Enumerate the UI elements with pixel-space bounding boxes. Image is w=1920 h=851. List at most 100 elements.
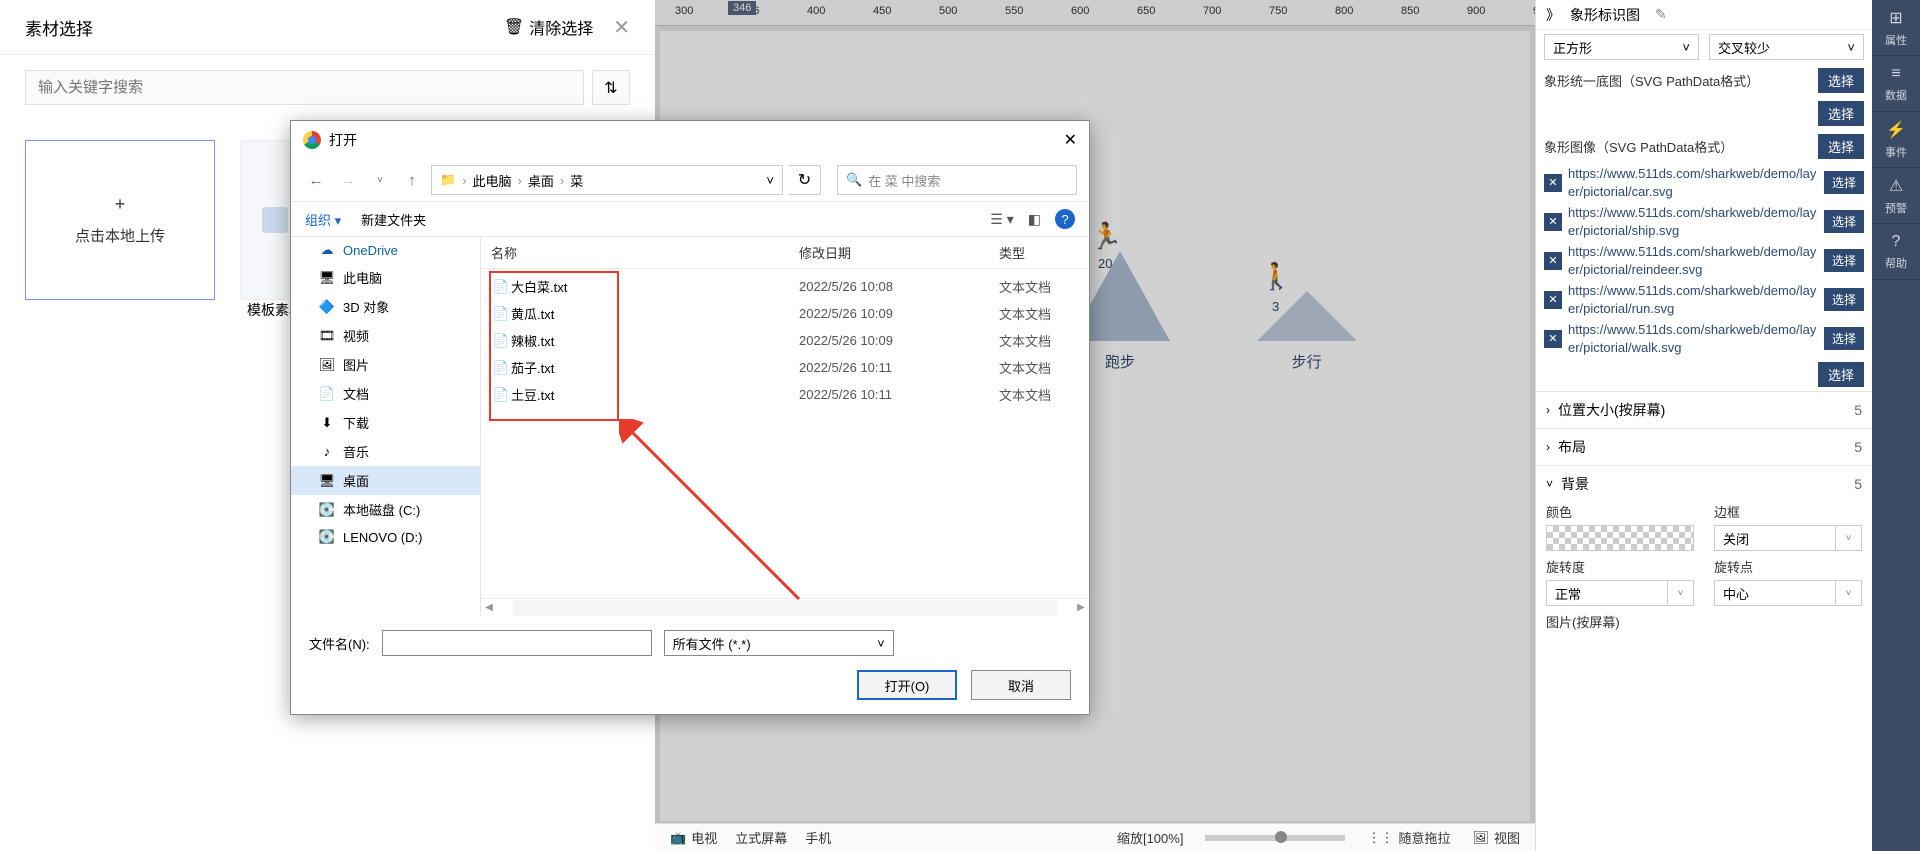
chevron-down-icon: ˅: [877, 636, 885, 651]
bg-image-label: 图片(按屏幕): [1546, 612, 1862, 631]
select-button[interactable]: 选择: [1824, 288, 1864, 311]
open-button[interactable]: 打开(O): [857, 670, 957, 700]
tree-item[interactable]: 💽LENOVO (D:): [291, 524, 480, 550]
chevron-down-icon: ˅: [1836, 580, 1862, 606]
filter-button[interactable]: ⇅: [592, 70, 630, 105]
organize-button[interactable]: 组织 ▾: [305, 210, 341, 229]
toolbar-item-事件[interactable]: ⚡事件: [1872, 112, 1920, 168]
rotation-select[interactable]: 正常˅: [1546, 580, 1694, 606]
base-svg-label: 象形统一底图（SVG PathData格式）: [1544, 71, 1759, 90]
select-button[interactable]: 选择: [1818, 134, 1864, 159]
select-button[interactable]: 选择: [1818, 68, 1864, 93]
drag-label[interactable]: ⋮⋮ 随意拖拉: [1367, 828, 1450, 847]
tree-item[interactable]: 🎞视频: [291, 321, 480, 350]
folder-icon: 💽: [319, 529, 335, 545]
close-icon[interactable]: ✕: [1064, 130, 1077, 150]
path-bar[interactable]: 📁 › 此电脑› 桌面› 菜 ˅: [431, 165, 783, 195]
file-row[interactable]: 📄大白菜.txt2022/5/26 10:08文本文档: [491, 273, 1079, 300]
file-filter-select[interactable]: 所有文件 (*.*)˅: [664, 630, 894, 656]
select-button[interactable]: 选择: [1824, 210, 1864, 233]
select-button[interactable]: 选择: [1818, 362, 1864, 387]
remove-icon[interactable]: ✕: [1544, 330, 1562, 348]
file-list[interactable]: 📄大白菜.txt2022/5/26 10:08文本文档📄黄瓜.txt2022/5…: [481, 269, 1089, 598]
ruler-mark: 750: [1269, 5, 1287, 17]
remove-icon[interactable]: ✕: [1544, 291, 1562, 309]
tree-item[interactable]: 🖥此电脑: [291, 263, 480, 292]
collapse-icon[interactable]: 》: [1546, 5, 1560, 25]
border-select[interactable]: 关闭˅: [1714, 525, 1862, 551]
remove-icon[interactable]: ✕: [1544, 213, 1562, 231]
color-swatch[interactable]: [1546, 525, 1694, 551]
toolbar-item-预警[interactable]: ⚠预警: [1872, 168, 1920, 224]
ruler-mark: 700: [1203, 5, 1221, 17]
device-tv[interactable]: 📺 电视: [670, 828, 717, 847]
column-headers[interactable]: 名称 修改日期 类型: [481, 237, 1089, 269]
tree-item[interactable]: 🖼图片: [291, 350, 480, 379]
zoom-label[interactable]: 缩放[100%]: [1117, 828, 1183, 847]
recent-button[interactable]: ˅: [367, 167, 393, 193]
up-button[interactable]: ↑: [399, 167, 425, 193]
svg-url-item: ✕https://www.511ds.com/sharkweb/demo/lay…: [1536, 163, 1872, 202]
file-row[interactable]: 📄黄瓜.txt2022/5/26 10:09文本文档: [491, 300, 1079, 327]
chevron-right-icon: ›: [1546, 440, 1550, 454]
shape-select[interactable]: 正方形˅: [1544, 34, 1699, 60]
section-background[interactable]: ˅背景5: [1536, 466, 1872, 502]
toolbar-item-数据[interactable]: ≡数据: [1872, 56, 1920, 112]
file-row[interactable]: 📄辣椒.txt2022/5/26 10:09文本文档: [491, 327, 1079, 354]
tree-item[interactable]: ☁OneDrive: [291, 237, 480, 263]
remove-icon[interactable]: ✕: [1544, 252, 1562, 270]
toolbar-item-帮助[interactable]: ?帮助: [1872, 224, 1920, 280]
file-icon: 📄: [491, 387, 511, 403]
zoom-slider[interactable]: [1205, 835, 1345, 841]
help-icon[interactable]: ?: [1055, 209, 1075, 229]
search-input[interactable]: 🔍 在 菜 中搜索: [837, 165, 1077, 195]
forward-button[interactable]: →: [335, 167, 361, 193]
horizontal-scrollbar[interactable]: ◀▶: [481, 598, 1089, 616]
folder-icon: ☁: [319, 242, 335, 258]
toolbar-item-属性[interactable]: ⊞属性: [1872, 0, 1920, 56]
folder-icon: 🖥: [319, 473, 335, 489]
tree-item[interactable]: ♪音乐: [291, 437, 480, 466]
local-upload-button[interactable]: + 点击本地上传: [25, 140, 215, 300]
cancel-button[interactable]: 取消: [971, 670, 1071, 700]
folder-tree[interactable]: ☁OneDrive🖥此电脑🔷3D 对象🎞视频🖼图片📄文档⬇下载♪音乐🖥桌面💽本地…: [291, 237, 481, 616]
select-button[interactable]: 选择: [1824, 327, 1864, 350]
select-button[interactable]: 选择: [1824, 249, 1864, 272]
select-button[interactable]: 选择: [1818, 101, 1864, 126]
cross-select[interactable]: 交叉较少˅: [1709, 34, 1864, 60]
ruler-mark: 450: [873, 5, 891, 17]
refresh-button[interactable]: ↻: [789, 165, 821, 195]
filename-input[interactable]: [382, 630, 652, 656]
view-label[interactable]: 🖼 视图: [1472, 828, 1520, 847]
file-row[interactable]: 📄土豆.txt2022/5/26 10:11文本文档: [491, 381, 1079, 408]
device-vertical[interactable]: 立式屏幕: [735, 828, 787, 847]
tree-item[interactable]: 💽本地磁盘 (C:): [291, 495, 480, 524]
section-layout[interactable]: ›布局5: [1536, 429, 1872, 465]
edit-icon[interactable]: ✎: [1655, 6, 1667, 23]
back-button[interactable]: ←: [303, 167, 329, 193]
img-svg-label: 象形图像（SVG PathData格式）: [1544, 137, 1733, 156]
file-icon: 📄: [491, 360, 511, 376]
section-position[interactable]: ›位置大小(按屏幕)5: [1536, 392, 1872, 428]
clear-selection-button[interactable]: 🗑 清除选择: [504, 15, 593, 39]
tree-item[interactable]: 📄文档: [291, 379, 480, 408]
remove-icon[interactable]: ✕: [1544, 174, 1562, 192]
chart-x-label: 跑步: [1105, 351, 1135, 372]
search-input[interactable]: [25, 70, 584, 105]
new-folder-button[interactable]: 新建文件夹: [361, 210, 426, 229]
tree-item[interactable]: ⬇下载: [291, 408, 480, 437]
close-icon[interactable]: ✕: [613, 15, 630, 40]
pivot-select[interactable]: 中心˅: [1714, 580, 1862, 606]
select-button[interactable]: 选择: [1824, 171, 1864, 194]
plus-icon: +: [115, 194, 126, 215]
view-mode-button[interactable]: ☰ ▾: [990, 211, 1013, 228]
file-row[interactable]: 📄茄子.txt2022/5/26 10:11文本文档: [491, 354, 1079, 381]
chevron-down-icon: ˅: [1546, 477, 1553, 491]
tree-item[interactable]: 🖥桌面: [291, 466, 480, 495]
chevron-down-icon[interactable]: ˅: [766, 173, 774, 188]
preview-pane-button[interactable]: ◧: [1028, 211, 1041, 228]
chevron-right-icon: ›: [1546, 403, 1550, 417]
tree-item[interactable]: 🔷3D 对象: [291, 292, 480, 321]
device-mobile[interactable]: 手机: [805, 828, 831, 847]
ruler-mark: 550: [1005, 5, 1023, 17]
